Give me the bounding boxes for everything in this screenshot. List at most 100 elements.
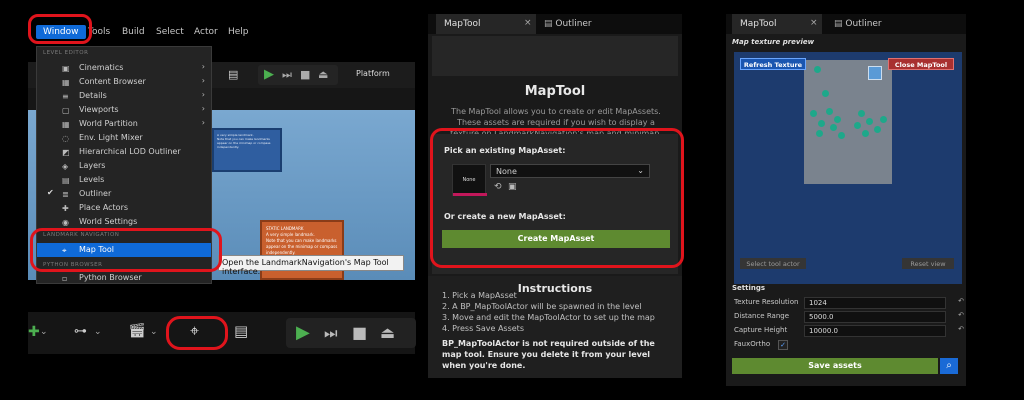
chevron-right-icon: › [201, 62, 205, 71]
blueprint-icon[interactable]: ⊶ [74, 324, 87, 339]
landmark-dot [854, 122, 861, 129]
menu-actor[interactable]: Actor [194, 27, 218, 37]
content-browser-icon: ▦ [62, 78, 70, 87]
menu-item-world-settings[interactable]: ◉ World Settings [37, 215, 211, 229]
map-tool-icon[interactable]: ⌖ [190, 321, 199, 341]
chevron-down-icon[interactable]: ⌄ [150, 327, 158, 337]
menu-select[interactable]: Select [156, 27, 184, 37]
map-texture-preview[interactable]: Refresh Texture Close MapTool Select too… [734, 52, 962, 284]
close-icon[interactable]: × [524, 18, 532, 28]
eject-icon[interactable]: ⏏ [318, 68, 328, 81]
menu-item-light-mixer[interactable]: ◌ Env. Light Mixer [37, 131, 211, 145]
landmark-dot [858, 110, 865, 117]
save-assets-button[interactable]: Save assets [732, 358, 938, 374]
light-mixer-icon: ◌ [62, 134, 69, 143]
stop-icon[interactable]: ■ [352, 323, 367, 342]
menu-item-lod-outliner[interactable]: ◩ Hierarchical LOD Outliner [37, 145, 211, 159]
capture-height-input[interactable]: 10000.0 [804, 325, 946, 337]
menu-item-label: World Settings [79, 217, 138, 226]
folder-icon[interactable]: ▣ [508, 182, 517, 192]
asset-thumbnail[interactable]: None [452, 164, 487, 196]
menu-item-label: World Partition [79, 119, 138, 128]
menu-item-label: Env. Light Mixer [79, 133, 143, 142]
tab-maptool[interactable]: MapTool × [436, 14, 536, 34]
menu-build[interactable]: Build [122, 27, 145, 37]
menu-item-details[interactable]: ≡ Details › [37, 89, 211, 103]
landmark-dot [816, 130, 823, 137]
pick-label: Pick an existing MapAsset: [444, 146, 566, 155]
step-3: 3. Move and edit the MapToolActor to set… [442, 313, 655, 322]
chevron-down-icon: ⌄ [637, 166, 644, 175]
eject-icon[interactable]: ⏏ [380, 323, 395, 342]
landmark-sign: A very simple landmark. Note that you ca… [212, 128, 282, 172]
outliner-icon: ≣ [62, 190, 69, 199]
menu-item-label: Place Actors [79, 203, 129, 212]
close-icon[interactable]: × [810, 18, 818, 28]
outliner-icon: ▤ [834, 19, 846, 29]
menu-item-levels[interactable]: ▤ Levels [37, 173, 211, 187]
sign-line2: Note that you can make landmarks appear … [217, 137, 271, 149]
select-tool-actor-button[interactable]: Select tool actor [740, 258, 806, 269]
setting-key: FauxOrtho [734, 340, 771, 348]
python-icon: ▫ [62, 274, 68, 283]
reset-view-button[interactable]: Reset view [902, 258, 954, 269]
menu-item-place-actors[interactable]: ✚ Place Actors [37, 201, 211, 215]
details-icon: ≡ [62, 92, 69, 101]
step-2: 2. A BP_MapToolActor will be spawned in … [442, 302, 642, 311]
distance-range-input[interactable]: 5000.0 [804, 311, 946, 323]
reset-arrow-icon[interactable]: ↶ [958, 311, 964, 319]
menu-item-content-browser[interactable]: ▦ Content Browser › [37, 75, 211, 89]
cinematics-icon[interactable]: 🎬︎ [128, 323, 146, 339]
menu-bar: Window Tools Build Select Actor Help [30, 22, 415, 44]
setting-faux-ortho: FauxOrtho ✓ [734, 339, 964, 351]
reset-arrow-icon[interactable]: ↶ [958, 325, 964, 333]
step-icon[interactable]: ⏭ [282, 68, 292, 82]
play-icon[interactable]: ▶ [264, 67, 274, 82]
close-maptool-button[interactable]: Close MapTool [888, 58, 954, 70]
instructions-list: 1. Pick a MapAsset 2. A BP_MapToolActor … [442, 290, 655, 334]
db-icon[interactable]: ▤ [228, 68, 238, 81]
search-icon[interactable]: ⌕ [940, 358, 958, 374]
sign2-line2: Note that you can make landmarks appear … [266, 238, 338, 255]
chevron-down-icon[interactable]: ⌄ [40, 327, 48, 337]
stop-icon[interactable]: ■ [300, 68, 310, 81]
menu-tools[interactable]: Tools [88, 27, 110, 37]
tab-outliner[interactable]: ▤ Outliner [826, 14, 890, 34]
menu-item-viewports[interactable]: ▢ Viewports › [37, 103, 211, 117]
mapasset-dropdown[interactable]: None ⌄ [490, 164, 650, 178]
landmark-dot [830, 124, 837, 131]
tab-outliner[interactable]: ▤ Outliner [536, 14, 600, 34]
texture-resolution-input[interactable]: 1024 [804, 297, 946, 309]
chevron-down-icon[interactable]: ⌄ [94, 327, 102, 337]
menu-item-map-tool[interactable]: ⌖ Map Tool [37, 243, 211, 257]
refresh-texture-button[interactable]: Refresh Texture [740, 58, 806, 70]
landmark-dot [880, 116, 887, 123]
platform-button[interactable]: Platform [356, 69, 390, 78]
menu-window[interactable]: Window [36, 25, 86, 39]
step-icon[interactable]: ⏭ [324, 324, 338, 342]
layers-icon: ◈ [62, 162, 69, 171]
asset-section: Pick an existing MapAsset: None None ⌄ ⟲ … [432, 134, 678, 274]
reset-arrow-icon[interactable]: ↶ [958, 297, 964, 305]
landmark-dot [874, 126, 881, 133]
setting-key: Distance Range [734, 312, 790, 320]
menu-item-python-browser[interactable]: ▫ Python Browser [37, 271, 211, 285]
menu-item-layers[interactable]: ◈ Layers [37, 159, 211, 173]
menu-item-world-partition[interactable]: ▦ World Partition › [37, 117, 211, 131]
clipboard-icon[interactable]: ▤ [234, 322, 248, 340]
menu-help[interactable]: Help [228, 27, 249, 37]
create-label: Or create a new MapAsset: [444, 212, 566, 221]
setting-key: Capture Height [734, 326, 788, 334]
add-icon[interactable]: ✚ [28, 324, 40, 340]
faux-ortho-checkbox[interactable]: ✓ [778, 340, 788, 350]
browse-back-icon[interactable]: ⟲ [494, 182, 502, 192]
create-mapasset-button[interactable]: Create MapAsset [442, 230, 670, 248]
play-icon[interactable]: ▶ [296, 322, 310, 343]
warning-text: BP_MapToolActor is not required outside … [442, 339, 655, 370]
preview-panel: MapTool × ▤ Outliner Map texture preview … [726, 14, 966, 386]
menu-item-outliner[interactable]: ✔ ≣ Outliner [37, 187, 211, 201]
landmark-dot [838, 132, 845, 139]
tab-bar: MapTool × ▤ Outliner [726, 14, 966, 34]
tab-maptool[interactable]: MapTool × [732, 14, 822, 34]
menu-item-cinematics[interactable]: ▣ Cinematics › [37, 61, 211, 75]
